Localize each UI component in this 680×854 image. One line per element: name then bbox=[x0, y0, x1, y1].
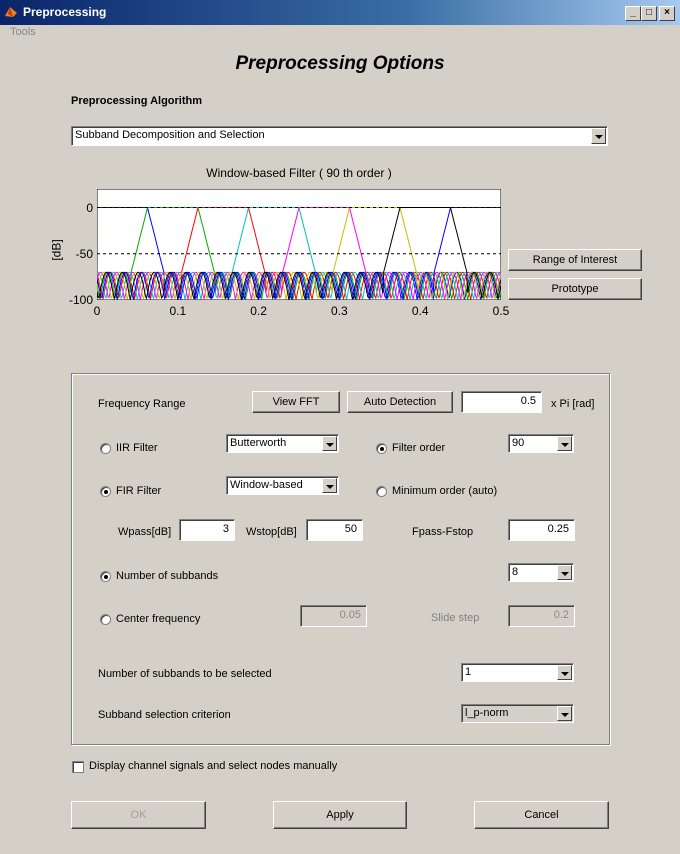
fir-type-select[interactable]: Window-based bbox=[226, 476, 339, 495]
x-tick-label: 0.1 bbox=[169, 304, 187, 318]
center-frequency-label: Center frequency bbox=[116, 613, 201, 625]
fpass-fstop-label: Fpass-Fstop bbox=[412, 526, 474, 538]
y-tick-label: 0 bbox=[86, 200, 93, 215]
slide-step-label: Slide step bbox=[431, 612, 480, 624]
algorithm-select[interactable]: Subband Decomposition and Selection bbox=[71, 126, 608, 146]
filter-order-select[interactable]: 90 bbox=[508, 434, 574, 453]
x-tick-label: 0.4 bbox=[411, 304, 429, 318]
x-tick-label: 0.3 bbox=[331, 304, 348, 318]
fir-filter-radio[interactable] bbox=[100, 486, 111, 497]
y-tick-label: -50 bbox=[75, 246, 93, 261]
filter-order-radio[interactable] bbox=[376, 443, 387, 454]
options-panel bbox=[71, 373, 610, 745]
fir-filter-label: FIR Filter bbox=[116, 485, 162, 497]
cancel-button[interactable]: Cancel bbox=[474, 801, 609, 829]
x-tick-label: 0.2 bbox=[250, 304, 267, 318]
matlab-logo-icon bbox=[5, 7, 17, 17]
prototype-button[interactable]: Prototype bbox=[508, 278, 642, 300]
range-of-interest-button[interactable]: Range of Interest bbox=[508, 249, 642, 271]
wstop-label: Wstop[dB] bbox=[246, 526, 297, 538]
slide-step-input[interactable]: 0.2 bbox=[508, 605, 575, 627]
auto-detection-button[interactable]: Auto Detection bbox=[347, 391, 453, 413]
chevron-down-icon bbox=[322, 478, 337, 493]
number-of-subbands-label: Number of subbands bbox=[116, 570, 219, 582]
iir-filter-label: IIR Filter bbox=[116, 442, 158, 454]
iir-type-value: Butterworth bbox=[230, 437, 287, 449]
filter-response-plot bbox=[97, 189, 501, 300]
selection-criterion-select[interactable]: l_p-norm bbox=[461, 704, 574, 723]
chevron-down-icon bbox=[557, 665, 572, 680]
plot-title: Window-based Filter ( 90 th order ) bbox=[206, 166, 392, 180]
center-frequency-radio[interactable] bbox=[100, 614, 111, 625]
center-frequency-input[interactable]: 0.05 bbox=[300, 605, 367, 627]
window-title: Preprocessing bbox=[23, 5, 107, 19]
algorithm-label: Preprocessing Algorithm bbox=[71, 95, 203, 107]
filter-order-label: Filter order bbox=[392, 442, 446, 454]
minimum-order-label: Minimum order (auto) bbox=[392, 485, 498, 497]
ok-button[interactable]: OK bbox=[71, 801, 206, 829]
selection-criterion-label: Subband selection criterion bbox=[98, 709, 231, 721]
iir-type-select[interactable]: Butterworth bbox=[226, 434, 339, 453]
filter-order-value: 90 bbox=[512, 437, 525, 449]
apply-button[interactable]: Apply bbox=[273, 801, 407, 829]
minimum-order-radio[interactable] bbox=[376, 486, 387, 497]
menu-tools[interactable]: Tools bbox=[10, 26, 36, 38]
page-title: Preprocessing Options bbox=[235, 53, 445, 74]
maximize-icon[interactable]: □ bbox=[641, 6, 657, 21]
chevron-down-icon bbox=[591, 128, 606, 144]
subbands-selected-label: Number of subbands to be selected bbox=[98, 668, 272, 680]
iir-filter-radio[interactable] bbox=[100, 443, 111, 454]
subbands-selected-select[interactable]: 1 bbox=[461, 663, 574, 682]
number-of-subbands-select[interactable]: 8 bbox=[508, 563, 574, 582]
chevron-down-icon bbox=[557, 565, 572, 580]
wstop-input[interactable]: 50 bbox=[306, 519, 363, 541]
subbands-selected-value: 1 bbox=[465, 666, 472, 678]
fpass-fstop-input[interactable]: 0.25 bbox=[508, 519, 575, 541]
chevron-down-icon bbox=[557, 436, 572, 451]
wpass-label: Wpass[dB] bbox=[118, 526, 172, 538]
manual-select-label: Display channel signals and select nodes… bbox=[89, 760, 338, 772]
view-fft-button[interactable]: View FFT bbox=[252, 391, 340, 413]
chevron-down-icon bbox=[557, 706, 572, 721]
minimize-icon[interactable]: _ bbox=[625, 6, 641, 21]
number-of-subbands-value: 8 bbox=[512, 566, 519, 578]
manual-select-checkbox[interactable] bbox=[72, 761, 84, 773]
number-of-subbands-radio[interactable] bbox=[100, 571, 111, 582]
close-icon[interactable]: × bbox=[659, 6, 675, 21]
y-tick-label: -100 bbox=[68, 293, 93, 307]
algorithm-value: Subband Decomposition and Selection bbox=[75, 129, 265, 141]
chevron-down-icon bbox=[322, 436, 337, 451]
selection-criterion-value: l_p-norm bbox=[465, 707, 509, 719]
wpass-input[interactable]: 3 bbox=[179, 519, 235, 541]
title-bar: Preprocessing _ □ × bbox=[0, 0, 680, 25]
fir-type-value: Window-based bbox=[230, 479, 303, 491]
x-tick-label: 0.5 bbox=[492, 304, 510, 318]
frequency-range-label: Frequency Range bbox=[98, 398, 186, 410]
frequency-range-input[interactable]: 0.5 bbox=[461, 391, 542, 413]
frequency-unit-label: x Pi [rad] bbox=[551, 398, 595, 410]
